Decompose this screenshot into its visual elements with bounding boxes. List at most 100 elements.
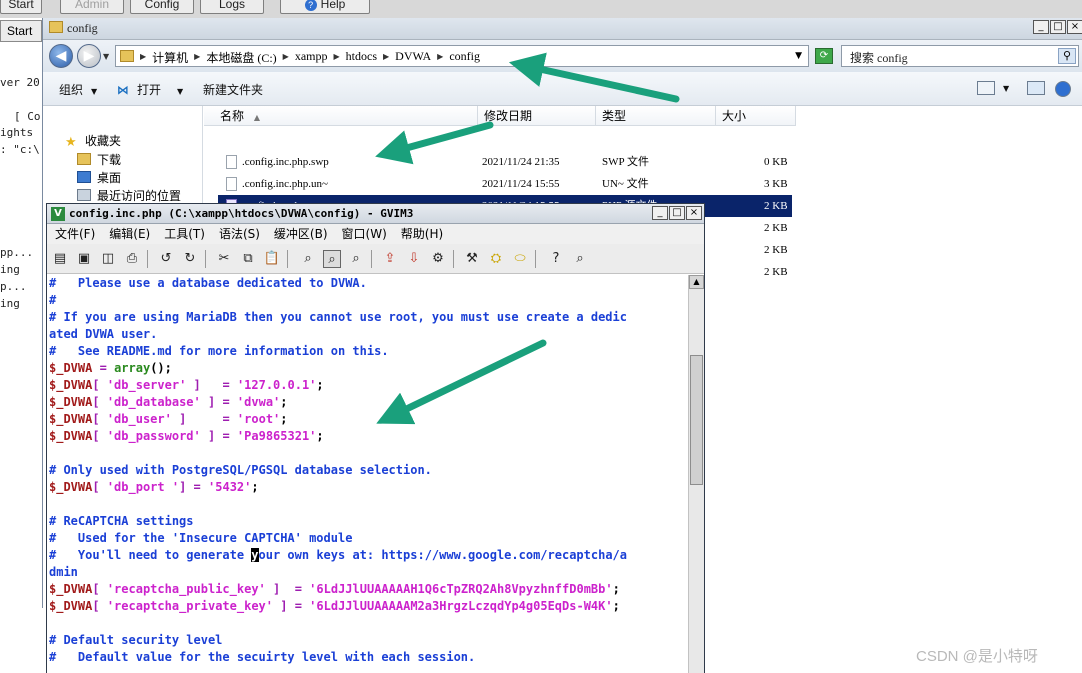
close-button[interactable]: ×	[1067, 20, 1082, 34]
swp-file-icon	[226, 155, 237, 169]
star-icon: ★	[65, 135, 77, 150]
gvim-titlebar: V config.inc.php (C:\xampp\htdocs\DVWA\c…	[47, 204, 704, 224]
minimize-button[interactable]: _	[1033, 20, 1049, 34]
nav-desktop[interactable]: 桌面	[77, 169, 121, 186]
breadcrumb-item[interactable]: 本地磁盘 (C:)	[206, 49, 276, 66]
nav-desktop-label: 桌面	[97, 171, 122, 185]
code-line: # If you are using MariaDB then you cann…	[49, 310, 627, 324]
find-next-icon[interactable]: ⌕	[323, 250, 341, 268]
code-line: $_DVWA[ 'recaptcha_private_key' ] = '6Ld…	[49, 599, 620, 613]
editor-text-area[interactable]: # Please use a database dedicated to DVW…	[47, 275, 689, 673]
folder-icon	[49, 21, 63, 33]
menu-window[interactable]: 窗口(W)	[342, 224, 387, 244]
help-icon[interactable]	[1055, 81, 1071, 97]
menu-buffers[interactable]: 缓冲区(B)	[274, 224, 328, 244]
scroll-up-icon[interactable]: ▲	[689, 275, 704, 289]
column-header-type[interactable]: 类型	[596, 106, 716, 126]
refresh-button[interactable]: ⟳	[815, 48, 833, 64]
organize-label: 组织	[59, 83, 84, 97]
cut-icon[interactable]: ✂	[215, 250, 233, 268]
save-icon[interactable]: ▣	[75, 250, 93, 268]
nav-favorites[interactable]: ★ 收藏夹	[65, 132, 121, 151]
file-row[interactable]: .config.inc.php.swp 2021/11/24 21:35 SWP…	[218, 151, 792, 173]
close-button[interactable]: ×	[686, 206, 702, 220]
nav-downloads[interactable]: 下载	[77, 151, 121, 168]
minimize-button[interactable]: _	[652, 206, 668, 220]
forward-button[interactable]: ▶	[77, 44, 101, 68]
nav-recent-places[interactable]: 最近访问的位置	[77, 187, 181, 204]
chevron-down-icon: ▼	[91, 87, 98, 96]
file-row[interactable]: .config.inc.php.un~ 2021/11/24 15:55 UN~…	[218, 173, 792, 195]
find-help-icon[interactable]: ⌕	[571, 250, 589, 268]
back-button[interactable]: ◀	[49, 44, 73, 68]
file-name: .config.inc.php.un~	[242, 178, 328, 190]
menu-syntax[interactable]: 语法(S)	[219, 224, 260, 244]
breadcrumb-item[interactable]: htdocs	[346, 49, 377, 66]
column-header-size[interactable]: 大小	[716, 106, 796, 126]
scroll-thumb[interactable]	[690, 355, 703, 485]
view-options-icon[interactable]	[977, 81, 995, 95]
paste-icon[interactable]: 📋	[263, 250, 281, 268]
console-line: : "c:\	[0, 143, 40, 156]
tag-icon[interactable]: ⬭	[511, 250, 529, 268]
code-line: $_DVWA[ 'db_user' ] = 'root';	[49, 412, 288, 426]
open-file-icon[interactable]: ▤	[51, 250, 69, 268]
logs-button[interactable]: Logs	[200, 0, 264, 14]
file-size: 2 KB	[764, 266, 788, 278]
nav-recent-label: 最近访问的位置	[97, 189, 182, 203]
run-script-icon[interactable]: ⚙	[429, 250, 447, 268]
column-header-date[interactable]: 修改日期	[478, 106, 596, 126]
refresh-icon: ⟳	[819, 50, 829, 61]
ctags-icon[interactable]: ⛭	[487, 250, 505, 268]
breadcrumb-separator-icon: ▶	[333, 52, 340, 61]
new-folder-button[interactable]: 新建文件夹	[203, 81, 263, 98]
start-top-button[interactable]: Start	[0, 0, 42, 14]
address-dropdown-icon[interactable]: ▼	[795, 51, 802, 61]
open-button[interactable]: ⋈ 打开 ▼	[117, 81, 183, 98]
code-line: ated DVWA user.	[49, 327, 158, 341]
breadcrumb-item[interactable]: DVWA	[395, 49, 431, 66]
organize-button[interactable]: 组织 ▼	[59, 81, 97, 98]
menu-tools[interactable]: 工具(T)	[164, 224, 205, 244]
save-session-icon[interactable]: ⇩	[405, 250, 423, 268]
code-line: $_DVWA[ 'db_port '] = '5432';	[49, 480, 259, 494]
menu-help[interactable]: 帮助(H)	[401, 224, 443, 244]
preview-pane-icon[interactable]	[1027, 81, 1045, 95]
command-bar: 组织 ▼ ⋈ 打开 ▼ 新建文件夹 ▼	[43, 72, 1082, 106]
start-button[interactable]: Start	[0, 20, 42, 42]
address-bar[interactable]: ▶ 计算机 ▶ 本地磁盘 (C:) ▶ xampp ▶ htdocs ▶ DVW…	[115, 45, 809, 67]
breadcrumb-item[interactable]: config	[449, 49, 480, 66]
copy-icon[interactable]: ⧉	[239, 250, 257, 268]
history-dropdown-icon[interactable]: ▼	[103, 52, 109, 61]
menu-edit[interactable]: 编辑(E)	[109, 224, 150, 244]
config-button[interactable]: Config	[130, 0, 194, 14]
console-line: ing	[0, 263, 20, 276]
print-icon[interactable]: ⎙	[123, 250, 141, 268]
breadcrumb-item[interactable]: xampp	[295, 49, 328, 66]
breadcrumb-item[interactable]: 计算机	[152, 49, 188, 66]
save-all-icon[interactable]: ◫	[99, 250, 117, 268]
help-icon[interactable]: ?	[547, 250, 565, 268]
column-header-name[interactable]: 名称 ▲	[204, 106, 478, 126]
maximize-button[interactable]: □	[1050, 20, 1066, 34]
load-session-icon[interactable]: ⇪	[381, 250, 399, 268]
undo-file-icon	[226, 177, 237, 191]
console-line: ver 20	[0, 76, 40, 89]
make-icon[interactable]: ⚒	[463, 250, 481, 268]
admin-button[interactable]: Admin	[60, 0, 124, 14]
help-button[interactable]: ? Help	[280, 0, 370, 14]
menu-file[interactable]: 文件(F)	[55, 224, 95, 244]
code-line: # See README.md for more information on …	[49, 344, 389, 358]
undo-icon[interactable]: ↺	[157, 250, 175, 268]
redo-icon[interactable]: ↻	[181, 250, 199, 268]
search-icon[interactable]: ⚲	[1058, 48, 1076, 64]
find-replace-icon[interactable]: ⌕	[299, 250, 317, 268]
find-previous-icon[interactable]: ⌕	[347, 250, 365, 268]
editor-scrollbar[interactable]: ▲	[688, 275, 704, 673]
search-input[interactable]: 搜索 config ⚲	[841, 45, 1079, 67]
view-dropdown-icon[interactable]: ▼	[1003, 84, 1009, 93]
maximize-button[interactable]: □	[669, 206, 685, 220]
nav-favorites-label: 收藏夹	[85, 134, 122, 148]
address-bar-area: ◀ ▶ ▼ ▶ 计算机 ▶ 本地磁盘 (C:) ▶ xampp ▶ htdocs…	[43, 40, 1082, 72]
